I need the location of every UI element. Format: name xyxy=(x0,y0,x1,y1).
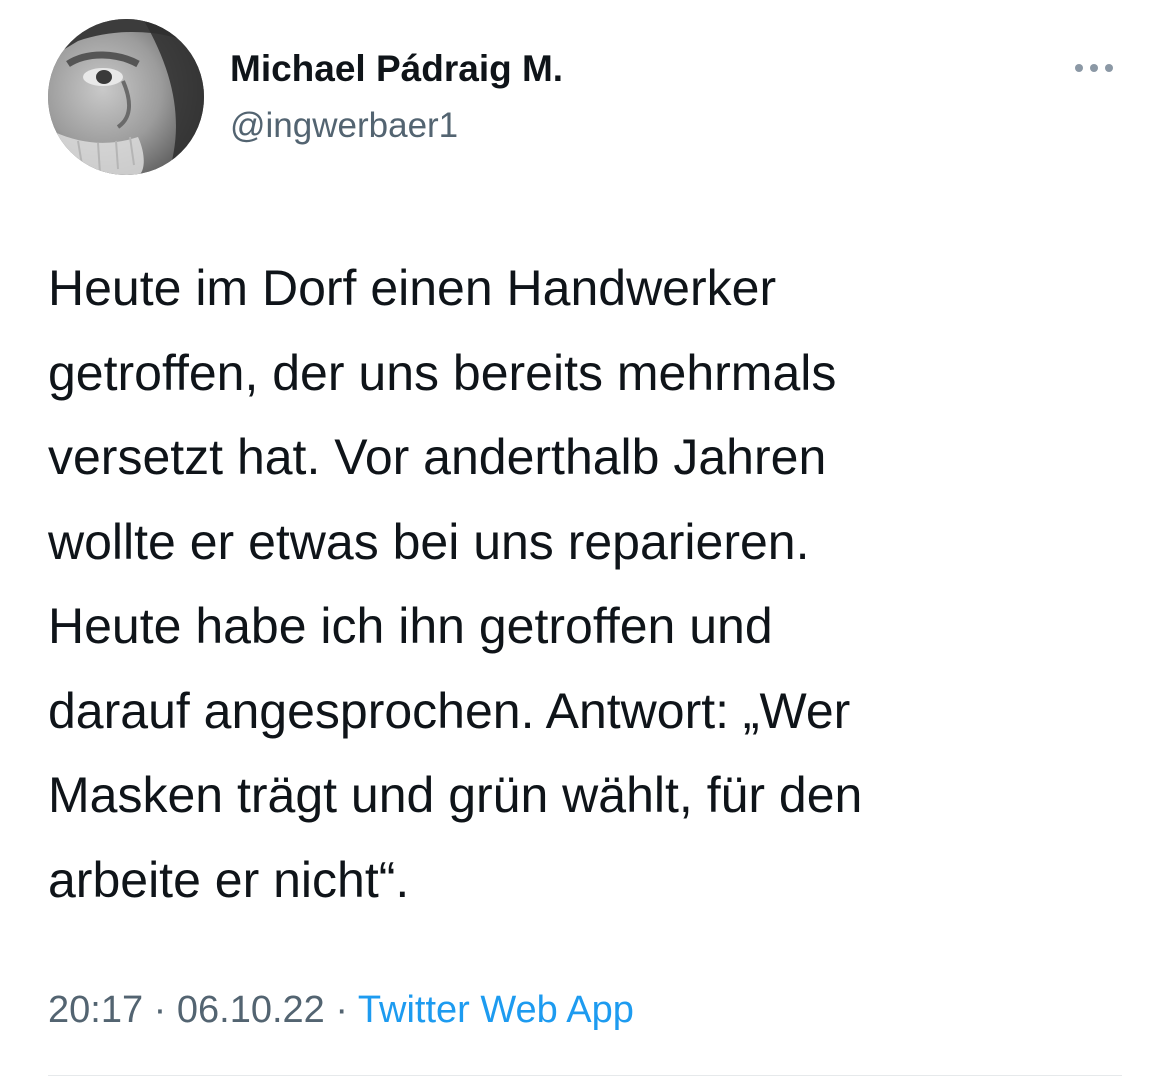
tweet-text-line: darauf angesprochen. Antwort: „Wer xyxy=(48,682,851,739)
more-horizontal-icon xyxy=(1075,64,1113,72)
author-avatar[interactable] xyxy=(48,19,204,175)
tweet-time[interactable]: 20:17 xyxy=(48,989,143,1031)
tweet-text-line: Heute im Dorf einen Handwerker xyxy=(48,260,777,316)
tweet-text-line: Heute habe ich ihn getroffen und xyxy=(48,598,773,654)
tweet-text: Heute im Dorf einen Handwerker getroffen… xyxy=(48,246,1128,922)
tweet-text-line: getroffen, der uns bereits mehrmals xyxy=(48,344,837,401)
tweet-metadata: 20:17 · 06.10.22 · Twitter Web App xyxy=(48,987,634,1033)
avatar-photo xyxy=(48,19,204,175)
author-display-name[interactable]: Michael Pádraig M. xyxy=(230,47,563,91)
divider xyxy=(48,1075,1122,1076)
author-handle[interactable]: @ingwerbaer1 xyxy=(230,105,458,147)
tweet-card: Michael Pádraig M. @ingwerbaer1 Heute im… xyxy=(0,0,1170,1077)
meta-separator: · xyxy=(153,989,167,1031)
tweet-text-line: versetzt hat. Vor anderthalb Jahren xyxy=(48,429,827,485)
tweet-text-line: Masken trägt und grün wählt, für den xyxy=(48,767,863,823)
more-options-button[interactable] xyxy=(1062,50,1126,86)
tweet-source-link[interactable]: Twitter Web App xyxy=(358,989,634,1031)
meta-separator: · xyxy=(335,989,349,1031)
tweet-text-line: wollte er etwas bei uns reparieren. xyxy=(48,513,810,570)
tweet-date[interactable]: 06.10.22 xyxy=(177,989,325,1031)
tweet-text-line: arbeite er nicht“. xyxy=(48,851,410,908)
